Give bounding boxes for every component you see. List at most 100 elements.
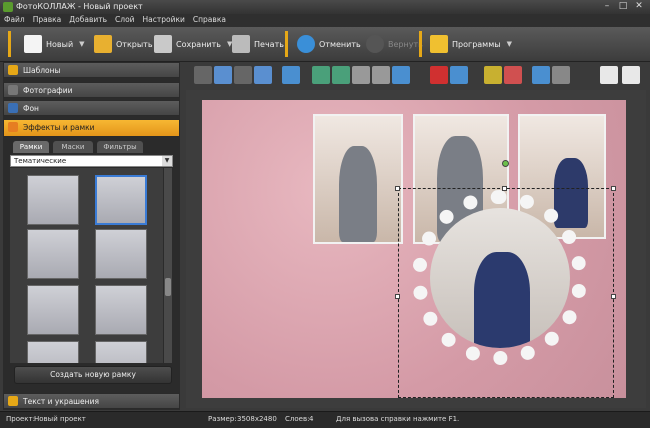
resize-handle[interactable] (395, 186, 400, 191)
status-help-text: Для вызова справки нажмите F1. (336, 415, 460, 423)
frame-thumbnail[interactable] (95, 285, 147, 335)
frame-thumbnail[interactable] (27, 229, 79, 279)
undo-icon (297, 35, 315, 53)
printer-icon (232, 35, 250, 53)
redo-icon (366, 35, 384, 53)
page-add-icon[interactable] (600, 66, 618, 84)
resize-handle[interactable] (502, 186, 507, 191)
effects-icon[interactable] (484, 66, 502, 84)
layer-forward-icon[interactable] (214, 66, 232, 84)
main-toolbar: Новый ▼ Открыть Сохранить ▼ Печать Отмен… (0, 27, 650, 62)
resize-handle[interactable] (611, 186, 616, 191)
photos-icon (8, 85, 18, 95)
templates-icon (8, 65, 18, 75)
new-file-icon (24, 35, 42, 53)
gear-icon[interactable] (532, 66, 550, 84)
crop-icon[interactable] (450, 66, 468, 84)
layer-top-icon[interactable] (254, 66, 272, 84)
menu-help[interactable]: Справка (189, 14, 230, 25)
tab-masks[interactable]: Маски (53, 141, 93, 153)
layer-back-icon[interactable] (194, 66, 212, 84)
maximize-icon[interactable]: □ (616, 1, 630, 12)
status-project-name: Новый проект (34, 415, 86, 423)
section-label: Эффекты и рамки (23, 123, 95, 132)
print-button[interactable]: Печать (232, 31, 284, 57)
page-settings-icon[interactable] (622, 66, 640, 84)
chevron-down-icon[interactable]: ▼ (507, 40, 512, 48)
new-button-label: Новый (46, 39, 74, 49)
menu-settings[interactable]: Настройки (139, 14, 189, 25)
scrollbar-thumb[interactable] (165, 278, 171, 296)
edit-toolbar (186, 62, 646, 88)
status-size-value: 3508x2480 (237, 415, 277, 423)
chevron-down-icon[interactable]: ▼ (162, 156, 172, 166)
rotate-handle[interactable] (502, 160, 509, 167)
section-text-decorations[interactable]: Текст и украшения (3, 393, 180, 409)
frame-thumbnail[interactable] (27, 285, 79, 335)
folder-icon (94, 35, 112, 53)
section-label: Фотографии (23, 86, 73, 95)
flip-vertical-icon[interactable] (372, 66, 390, 84)
frame-thumbnail[interactable] (95, 229, 147, 279)
size-icon[interactable] (392, 66, 410, 84)
open-button-label: Открыть (116, 39, 153, 49)
frame-thumbnail[interactable] (95, 341, 147, 363)
selection-box[interactable] (398, 188, 614, 398)
save-icon (154, 35, 172, 53)
category-select[interactable]: Тематические ▼ (10, 155, 173, 167)
programs-button-label: Программы (452, 39, 501, 49)
redo-button[interactable]: Вернуть (366, 31, 423, 57)
collage-canvas[interactable] (202, 100, 626, 398)
layer-bottom-icon[interactable] (234, 66, 252, 84)
flip-horizontal-icon[interactable] (352, 66, 370, 84)
person-figure (339, 146, 377, 242)
status-size-label: Размер: (208, 415, 237, 423)
section-effects-frames[interactable]: Эффекты и рамки (3, 119, 180, 137)
open-button[interactable]: Открыть (94, 31, 153, 57)
menu-add[interactable]: Добавить (65, 14, 111, 25)
close-icon[interactable]: ✕ (632, 1, 646, 12)
rotate-left-icon[interactable] (312, 66, 330, 84)
chevron-down-icon[interactable]: ▼ (79, 40, 84, 48)
programs-icon (430, 35, 448, 53)
frame-thumbnail[interactable] (27, 341, 79, 363)
frame-thumbnail[interactable] (27, 175, 79, 225)
window-title: ФотоКОЛЛАЖ - Новый проект (16, 2, 143, 11)
status-project-label: Проект: (6, 415, 35, 423)
save-button-label: Сохранить (176, 39, 221, 49)
menu-edit[interactable]: Правка (29, 14, 66, 25)
status-bar: Проект: Новый проект Размер: 3508x2480 С… (0, 411, 650, 428)
undo-button[interactable]: Отменить (297, 31, 361, 57)
section-templates[interactable]: Шаблоны (3, 62, 180, 78)
lock-icon[interactable] (552, 66, 570, 84)
resize-handle[interactable] (611, 294, 616, 299)
programs-button[interactable]: Программы ▼ (430, 31, 512, 57)
redo-button-label: Вернуть (388, 39, 423, 49)
rotate-right-icon[interactable] (332, 66, 350, 84)
effects-icon (8, 122, 18, 132)
align-icon[interactable] (282, 66, 300, 84)
toolbar-separator (8, 31, 11, 57)
section-background[interactable]: Фон (3, 100, 180, 116)
create-frame-button[interactable]: Создать новую рамку (14, 366, 172, 384)
tab-filters[interactable]: Фильтры (97, 141, 143, 153)
photo-1[interactable] (313, 114, 403, 244)
section-photos[interactable]: Фотографии (3, 82, 180, 98)
save-button[interactable]: Сохранить ▼ (154, 31, 232, 57)
resize-handle[interactable] (395, 294, 400, 299)
menu-bar: Файл Правка Добавить Слой Настройки Справка (0, 14, 650, 27)
frames-scrollbar[interactable] (164, 168, 172, 363)
tab-frames[interactable]: Рамки (13, 141, 49, 153)
minimize-icon[interactable]: – (600, 1, 614, 12)
section-label: Текст и украшения (23, 397, 99, 406)
section-label: Фон (23, 104, 39, 113)
section-label: Шаблоны (23, 66, 61, 75)
new-button[interactable]: Новый ▼ (24, 31, 85, 57)
menu-file[interactable]: Файл (0, 14, 29, 25)
magic-wand-icon[interactable] (504, 66, 522, 84)
print-button-label: Печать (254, 39, 284, 49)
status-layers-label: Слоев: (285, 415, 310, 423)
delete-icon[interactable] (430, 66, 448, 84)
frame-thumbnail-selected[interactable] (95, 175, 147, 225)
menu-layer[interactable]: Слой (111, 14, 139, 25)
